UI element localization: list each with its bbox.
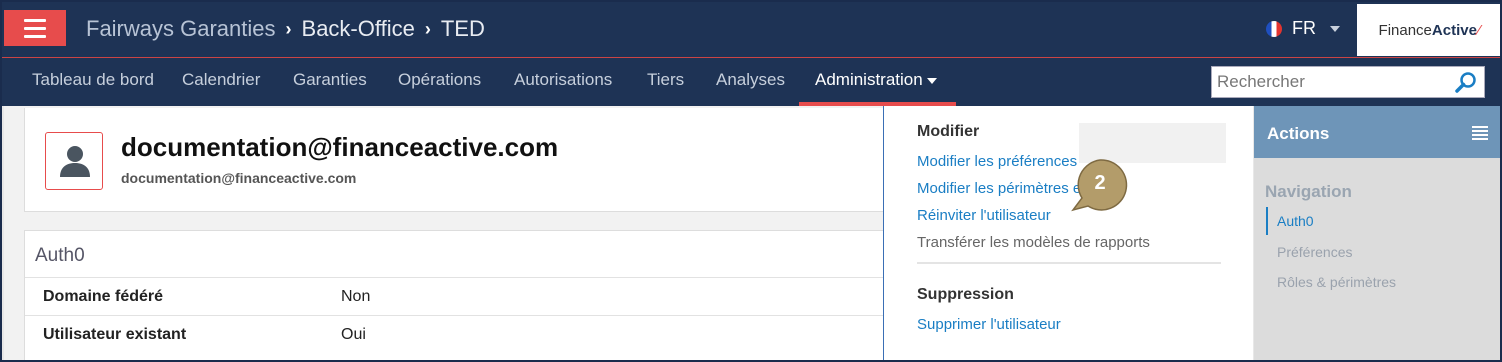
user-header-card: documentation@financeactive.com document…	[24, 108, 904, 212]
avatar	[45, 132, 103, 190]
nav-autorisations[interactable]: Autorisations	[514, 70, 612, 90]
main-nav: Tableau de bord Calendrier Garanties Opé…	[2, 58, 1500, 106]
table-row: Domaine fédéré Non	[25, 277, 905, 315]
breadcrumb: Fairways Garanties › Back-Office › TED	[86, 16, 485, 42]
nav-garanties[interactable]: Garanties	[293, 70, 367, 90]
row-value: Non	[341, 287, 371, 305]
divider	[917, 262, 1221, 264]
active-link-indicator	[1266, 207, 1268, 235]
breadcrumb-item[interactable]: Fairways Garanties	[86, 16, 276, 42]
sidebar-item-auth0[interactable]: Auth0	[1277, 213, 1314, 229]
logo-text: Finance	[1378, 21, 1432, 39]
breadcrumb-item[interactable]: TED	[441, 16, 485, 42]
nav-tableau-de-bord[interactable]: Tableau de bord	[32, 70, 154, 90]
card-title: Auth0	[35, 245, 85, 266]
search-box	[1211, 66, 1485, 98]
logo-slash-icon: ⁄	[1477, 21, 1481, 39]
row-label: Utilisateur existant	[43, 325, 187, 343]
top-bar: Fairways Garanties › Back-Office › TED F…	[2, 2, 1500, 58]
financeactive-logo: Finance Active ⁄	[1357, 4, 1500, 56]
nav-tiers[interactable]: Tiers	[647, 70, 684, 90]
row-value: Oui	[341, 325, 366, 343]
search-input[interactable]	[1212, 68, 1448, 96]
actions-header[interactable]: Actions	[1254, 106, 1500, 158]
sidebar-item-roles-perimetres[interactable]: Rôles & périmètres	[1277, 274, 1396, 290]
breadcrumb-item[interactable]: Back-Office	[302, 16, 415, 42]
actions-title: Actions	[1267, 124, 1330, 143]
search-icon[interactable]	[1454, 71, 1478, 95]
user-silhouette-icon	[60, 146, 90, 177]
section-title-suppression: Suppression	[917, 286, 1014, 303]
chevron-right-icon: ›	[424, 18, 431, 39]
nav-analyses[interactable]: Analyses	[716, 70, 785, 90]
auth0-card: Auth0 Domaine fédéré Non Utilisateur exi…	[24, 230, 905, 360]
language-selector[interactable]: FR	[1266, 18, 1340, 39]
table-row: Utilisateur existant Oui	[25, 315, 905, 353]
user-subtitle: documentation@financeactive.com	[121, 170, 357, 186]
transfer-reports-item: Transférer les modèles de rapports	[917, 234, 1150, 251]
nav-administration[interactable]: Administration	[815, 70, 937, 90]
section-title-modifier: Modifier	[917, 123, 980, 140]
actions-sidebar: Actions Navigation Auth0 Préférences Rôl…	[1254, 106, 1500, 360]
link-supprimer-utilisateur[interactable]: Supprimer l'utilisateur	[917, 316, 1061, 333]
nav-calendrier[interactable]: Calendrier	[182, 70, 260, 90]
page-title: documentation@financeactive.com	[121, 132, 559, 162]
callout-number: 2	[1094, 172, 1106, 194]
administration-dropdown: EN ATTENTE Modifier Modifier les préfére…	[883, 106, 1253, 360]
hamburger-menu-icon[interactable]	[4, 10, 66, 46]
chevron-right-icon: ›	[285, 18, 292, 39]
status-badge: EN ATTENTE	[1079, 123, 1226, 163]
caret-down-icon	[1330, 25, 1340, 32]
nav-administration-label: Administration	[815, 70, 923, 89]
link-reinviter-utilisateur[interactable]: Réinviter l'utilisateur	[917, 207, 1051, 224]
navigation-title: Navigation	[1265, 182, 1352, 201]
list-menu-icon[interactable]	[1472, 126, 1488, 140]
nav-operations[interactable]: Opérations	[398, 70, 481, 90]
sidebar-item-preferences[interactable]: Préférences	[1277, 244, 1352, 260]
app-window: Fairways Garanties › Back-Office › TED F…	[0, 0, 1502, 362]
main-content: documentation@financeactive.com document…	[4, 106, 905, 360]
logo-text-bold: Active	[1431, 21, 1477, 39]
row-label: Domaine fédéré	[43, 287, 164, 305]
caret-down-icon	[926, 77, 937, 84]
link-modifier-preferences[interactable]: Modifier les préférences	[917, 153, 1077, 170]
language-label: FR	[1292, 18, 1316, 38]
flag-fr-icon	[1266, 20, 1282, 37]
